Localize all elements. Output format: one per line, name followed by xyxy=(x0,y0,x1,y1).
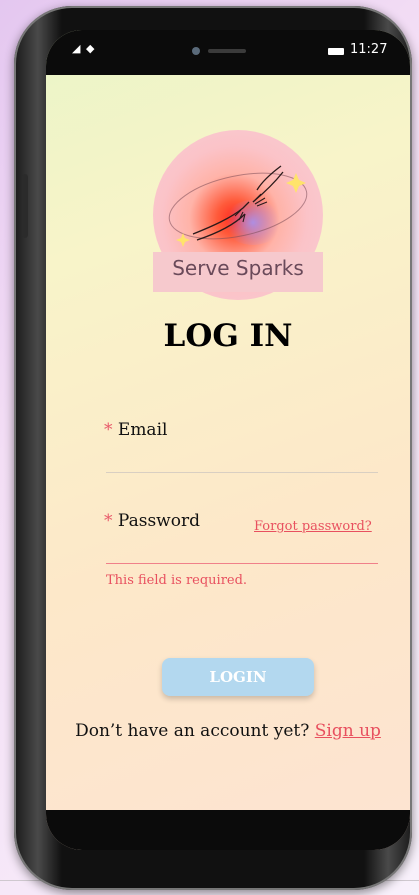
required-mark: * xyxy=(104,420,113,440)
device-mockup-stage: ◢ ◆ 11:27 Serve Sparks LOG IN * Email * … xyxy=(0,0,419,895)
logo-text: Serve Sparks xyxy=(172,256,304,280)
phone-frame: ◢ ◆ 11:27 Serve Sparks LOG IN * Email * … xyxy=(14,6,412,890)
password-label-text: Password xyxy=(117,511,200,531)
battery-icon xyxy=(328,48,344,55)
signup-prompt: Don’t have an account yet? xyxy=(75,721,310,741)
password-field[interactable] xyxy=(106,563,378,564)
password-error-message: This field is required. xyxy=(106,573,248,588)
phone-screen: ◢ ◆ 11:27 Serve Sparks LOG IN * Email * … xyxy=(46,30,410,850)
signup-link[interactable]: Sign up xyxy=(315,721,381,741)
signup-row: Don’t have an account yet? Sign up xyxy=(46,721,410,741)
page-title: LOG IN xyxy=(163,318,293,354)
email-field[interactable] xyxy=(106,472,378,473)
forgot-password-link[interactable]: Forgot password? xyxy=(254,519,372,534)
phone-side-button xyxy=(22,174,28,238)
status-time: 11:27 xyxy=(350,42,388,57)
app-logo: Serve Sparks xyxy=(153,130,323,300)
required-mark: * xyxy=(104,511,113,531)
signal-wifi-icon: ◢ ◆ xyxy=(72,42,96,55)
email-label: * Email xyxy=(104,420,167,440)
email-label-text: Email xyxy=(117,420,168,440)
status-bar: ◢ ◆ 11:27 xyxy=(46,30,410,75)
login-button[interactable]: LOGIN xyxy=(162,658,314,696)
bottom-bezel xyxy=(46,810,410,850)
front-camera xyxy=(192,47,200,55)
password-label: * Password xyxy=(104,511,200,531)
earpiece-speaker xyxy=(208,49,246,53)
